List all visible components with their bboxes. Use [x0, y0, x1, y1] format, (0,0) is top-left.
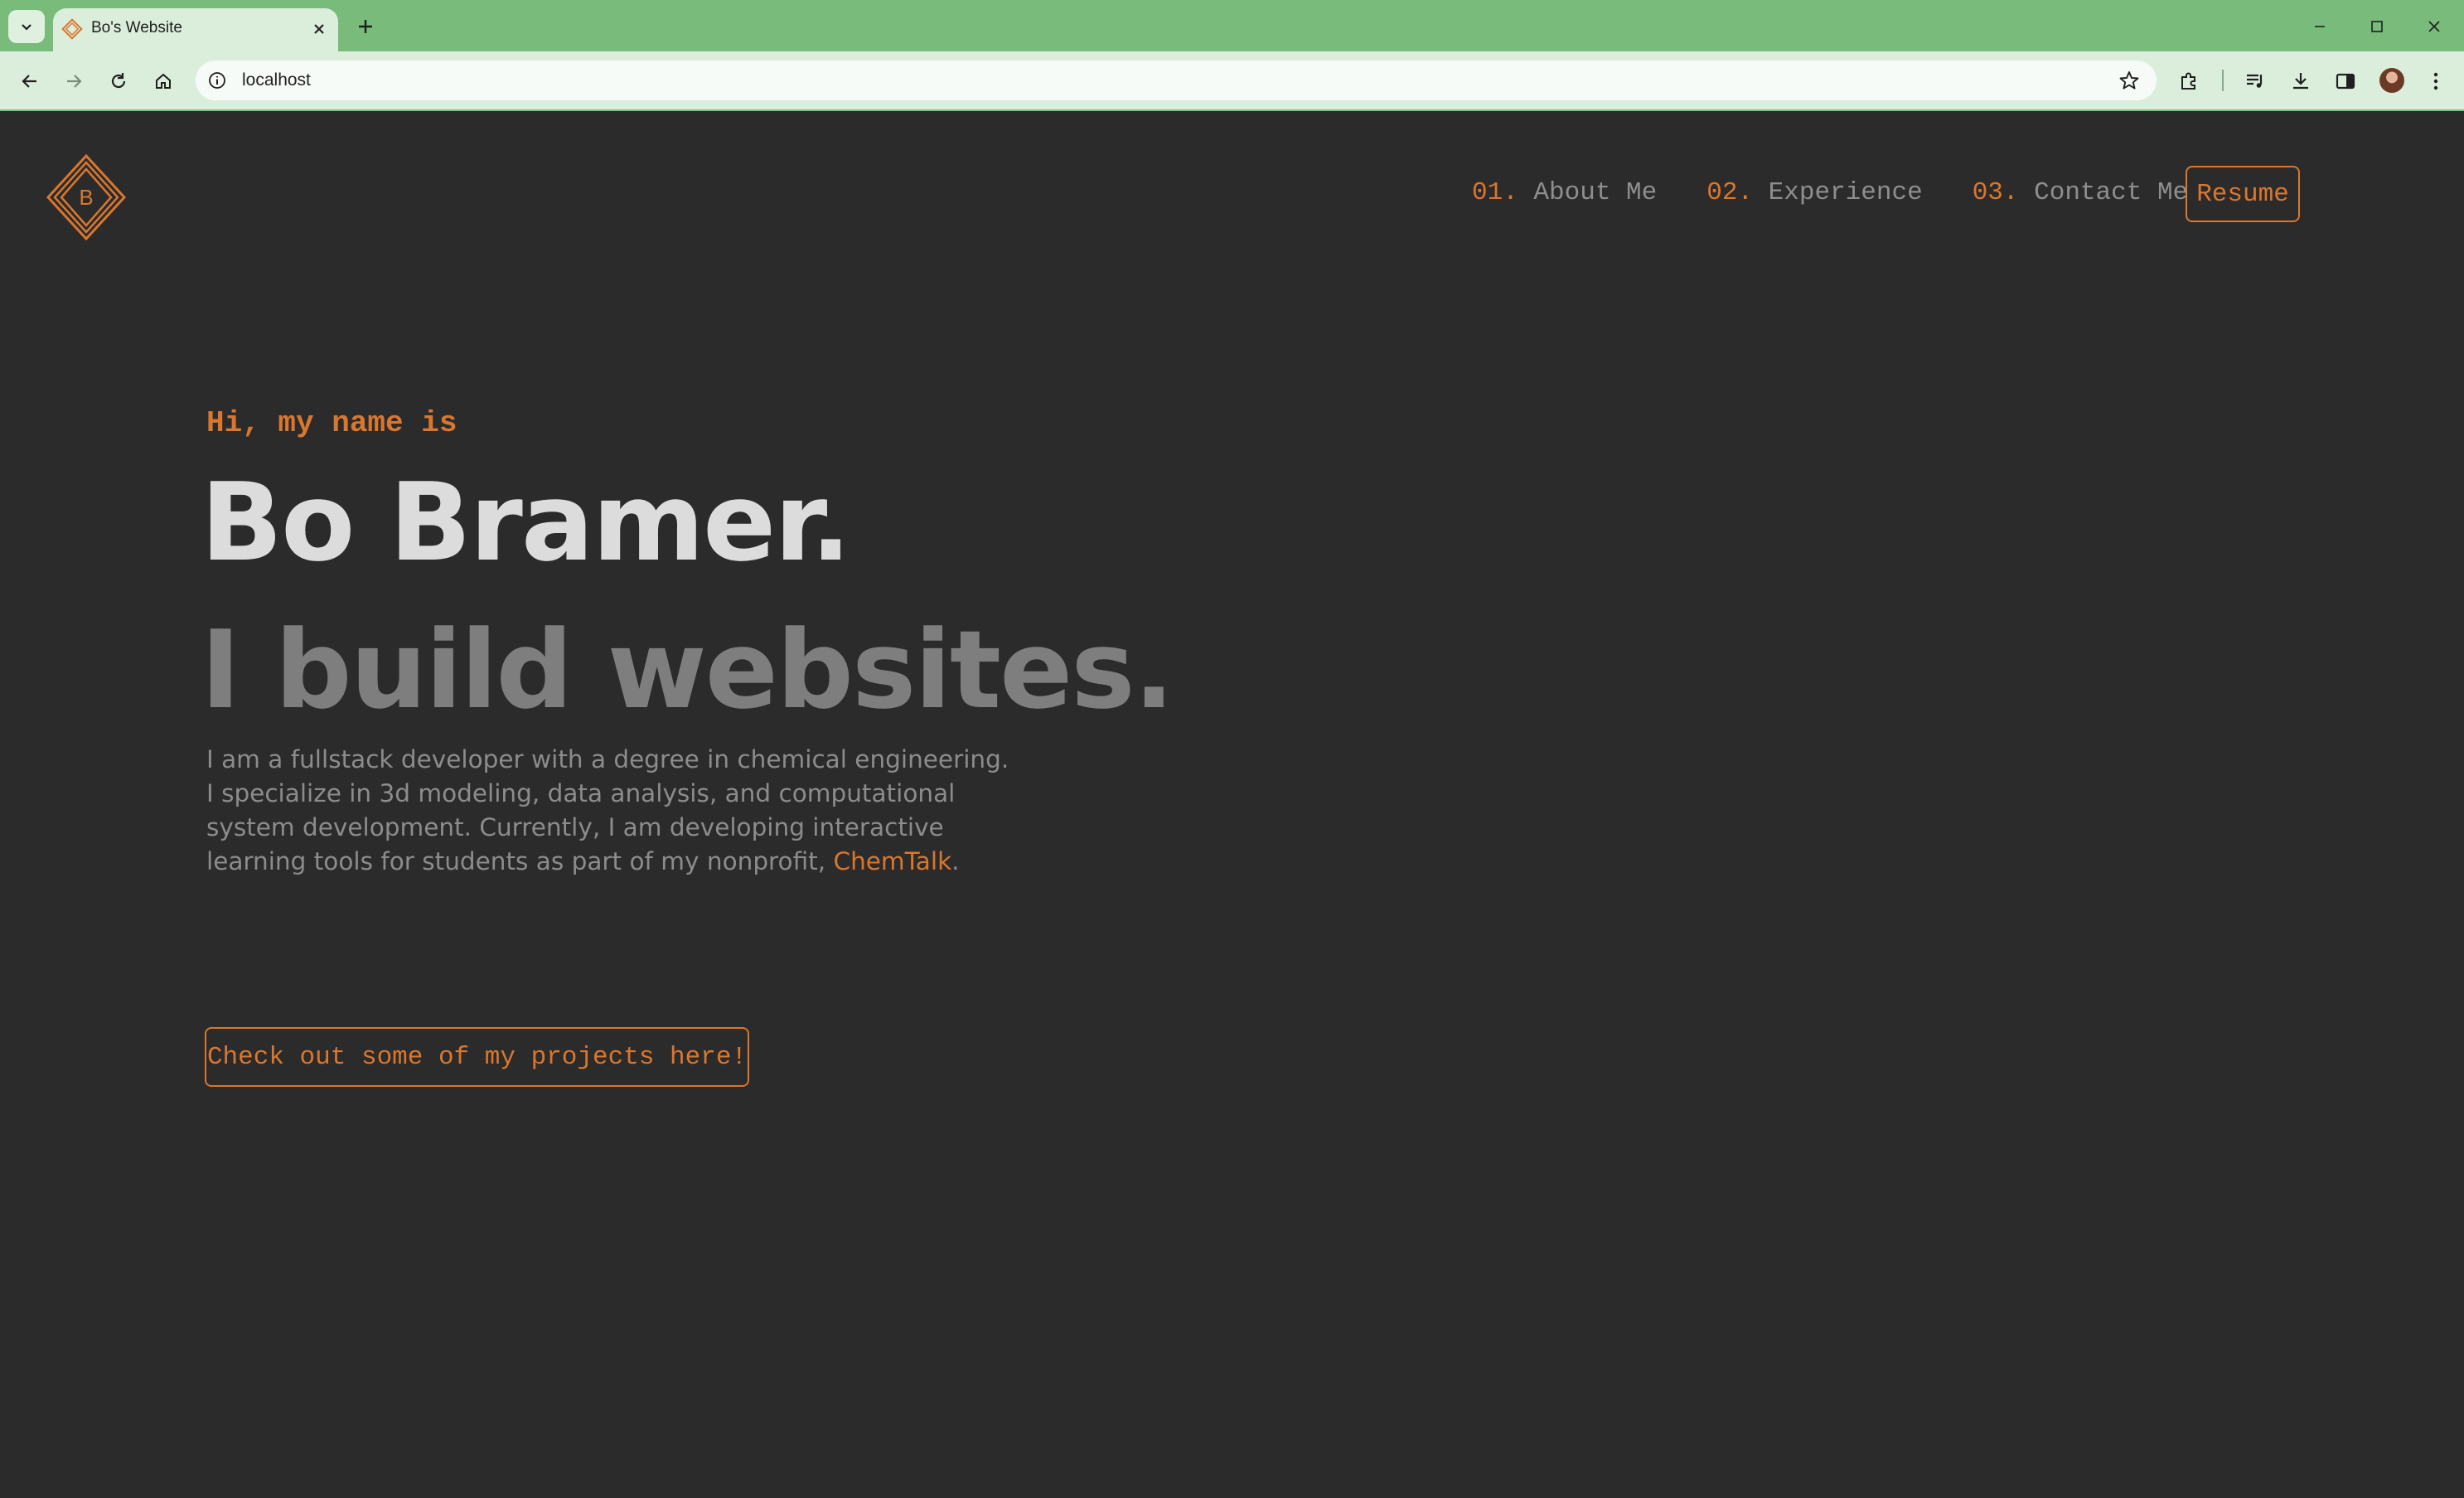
arrow-right-icon	[67, 75, 82, 88]
page-content: B 01. About Me 02. Experience 03. Contac…	[0, 111, 2464, 1498]
home-icon	[156, 73, 171, 89]
hero-tagline: I build websites.	[201, 607, 1174, 733]
reload-button[interactable]	[102, 65, 135, 98]
forward-button[interactable]	[57, 65, 90, 98]
address-bar[interactable]: localhost	[196, 61, 2157, 100]
site-favicon-icon	[61, 18, 83, 40]
puzzle-icon	[2181, 72, 2195, 90]
menu-button[interactable]	[2419, 65, 2452, 98]
minimize-icon	[2315, 26, 2325, 27]
chevron-down-icon	[22, 24, 31, 31]
projects-button[interactable]: Check out some of my projects here!	[205, 1027, 749, 1087]
close-window-button[interactable]	[2418, 10, 2451, 43]
site-info-icon[interactable]	[207, 70, 227, 90]
maximize-button[interactable]	[2360, 10, 2394, 43]
downloads-button[interactable]	[2284, 65, 2317, 98]
profile-avatar[interactable]	[2379, 68, 2404, 93]
reload-icon	[111, 73, 126, 89]
bio-paragraph: I am a fullstack developer with a degree…	[206, 745, 1009, 875]
site-logo[interactable]: B	[46, 153, 127, 241]
playlist-icon	[2247, 74, 2263, 88]
more-vertical-icon	[2433, 72, 2438, 90]
diamond-logo-icon: B	[46, 153, 127, 241]
media-controls-button[interactable]	[2239, 65, 2272, 98]
tab-search-button[interactable]	[8, 10, 45, 43]
side-panel-icon	[2336, 73, 2355, 90]
home-button[interactable]	[147, 65, 180, 98]
greeting-text: Hi, my name is	[206, 406, 457, 440]
nav-link-experience[interactable]: 02. Experience	[1706, 178, 1922, 207]
nav-link-about[interactable]: 01. About Me	[1472, 178, 1657, 207]
chemtalk-link[interactable]: ChemTalk	[833, 847, 951, 875]
maximize-icon	[2371, 21, 2383, 32]
tab-title: Bo's Website	[91, 19, 182, 36]
extensions-button[interactable]	[2172, 65, 2205, 98]
bookmark-star-icon[interactable]	[2118, 70, 2140, 91]
minimize-button[interactable]	[2303, 10, 2336, 43]
url-text[interactable]: localhost	[242, 70, 311, 90]
back-button[interactable]	[13, 65, 46, 98]
hero-name: Bo Bramer.	[201, 459, 851, 585]
browser-tab[interactable]: Bo's Website	[53, 8, 338, 51]
side-panel-button[interactable]	[2329, 65, 2362, 98]
arrow-left-icon	[22, 75, 36, 88]
main-nav: 01. About Me 02. Experience 03. Contact …	[1472, 162, 2238, 222]
close-tab-icon[interactable]	[310, 20, 328, 38]
svg-text:B: B	[79, 185, 93, 210]
plus-icon	[359, 20, 372, 33]
nav-link-contact[interactable]: 03. Contact Me	[1973, 178, 2188, 207]
close-icon	[2428, 21, 2440, 32]
resume-button[interactable]: Resume	[2186, 166, 2300, 222]
new-tab-button[interactable]	[353, 14, 378, 39]
download-icon	[2293, 73, 2308, 90]
